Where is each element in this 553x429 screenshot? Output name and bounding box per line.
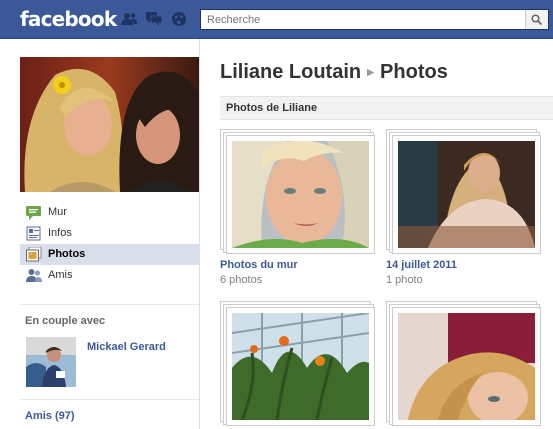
album-name-link[interactable]: Photos du mur: [220, 259, 298, 271]
sidebar-item-infos[interactable]: Infos: [20, 223, 199, 244]
sidebar-item-label: Amis: [48, 269, 73, 281]
photos-section-title: Photos de Liliane: [226, 102, 318, 114]
album-photo-count: 1 photo: [386, 274, 423, 286]
album-frame: [226, 307, 375, 426]
album-cover[interactable]: [386, 129, 541, 254]
facebook-logo[interactable]: facebook: [20, 7, 117, 31]
album-cover[interactable]: [220, 129, 375, 254]
album-cover[interactable]: [220, 301, 375, 426]
album-thumbnail: [398, 141, 535, 248]
sidebar-item-label: Mur: [48, 206, 67, 218]
search-icon: [531, 14, 542, 25]
top-bar: facebook: [0, 0, 553, 39]
friend-requests-icon[interactable]: [121, 12, 137, 26]
album-thumbnail: [398, 313, 535, 420]
sidebar-item-label: Infos: [48, 227, 72, 239]
page-title: Liliane Loutain ▶ Photos: [220, 61, 448, 84]
friends-icon: [26, 269, 42, 282]
sidebar-item-mur[interactable]: Mur: [20, 202, 199, 223]
relationship-heading: En couple avec: [25, 315, 106, 327]
search-button[interactable]: [525, 10, 548, 29]
divider: [20, 304, 199, 305]
search-input[interactable]: [201, 10, 517, 29]
divider: [20, 399, 199, 400]
partner-name-link[interactable]: Mickael Gerard: [87, 341, 166, 353]
album-frame: [392, 135, 541, 254]
sidebar-item-photos[interactable]: Photos: [20, 244, 199, 265]
album-frame: [226, 135, 375, 254]
search-box: [200, 9, 549, 30]
album-photo-count: 6 photos: [220, 274, 263, 286]
album-thumbnail: [232, 141, 369, 248]
sidebar-item-label: Photos: [48, 248, 86, 260]
partner-avatar[interactable]: [26, 337, 76, 387]
profile-picture[interactable]: [20, 57, 199, 192]
album-frame: [392, 307, 541, 426]
sidebar-item-amis[interactable]: Amis: [20, 265, 199, 286]
notifications-icon[interactable]: [171, 12, 187, 26]
main-content: Liliane Loutain ▶ Photos Photos de Liliane: [200, 39, 553, 429]
profile-name-link[interactable]: Liliane Loutain: [220, 61, 361, 83]
left-column: Mur Infos Photos Amis En couple avec Mic…: [0, 39, 200, 429]
info-icon: [26, 226, 41, 241]
friends-count-link[interactable]: Amis (97): [25, 410, 75, 422]
messages-icon[interactable]: [146, 12, 162, 26]
album-name-link[interactable]: 14 juillet 2011: [386, 259, 457, 271]
breadcrumb-arrow-icon: ▶: [367, 67, 375, 77]
album-cover[interactable]: [386, 301, 541, 426]
photos-section-bar: Photos de Liliane: [220, 96, 553, 120]
wall-icon: [26, 206, 41, 220]
section-title: Photos: [380, 61, 448, 83]
photos-icon: [26, 247, 42, 262]
album-thumbnail: [232, 313, 369, 420]
